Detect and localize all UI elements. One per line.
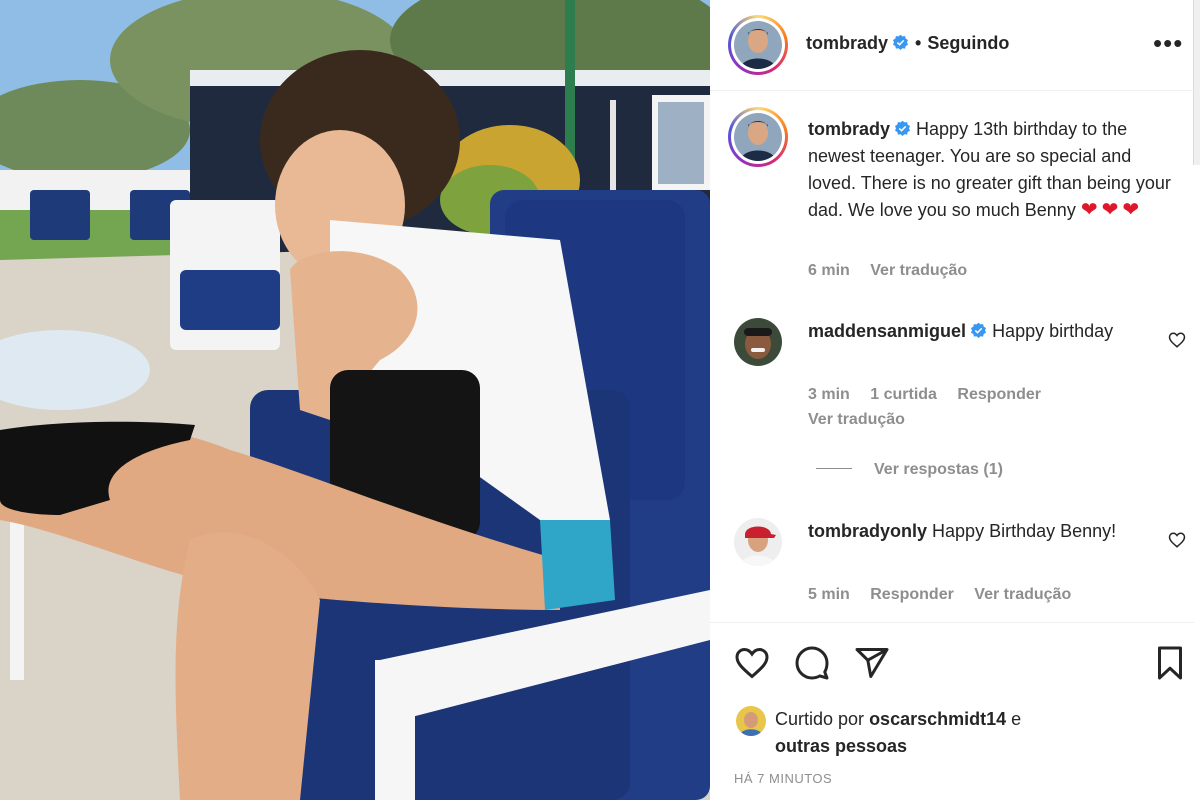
liked-by-text: Curtido por oscarschmidt14 e outras pess…	[775, 706, 1075, 760]
post-actions	[710, 622, 1194, 703]
comment-avatar-image	[734, 318, 782, 366]
verified-badge-icon	[892, 34, 909, 51]
comment-avatar-tombradyonly[interactable]	[734, 518, 782, 566]
comment-2-meta: 5 min Responder Ver tradução	[808, 586, 1087, 604]
comment-1-text: Happy birthday	[992, 321, 1114, 341]
follow-status-button[interactable]: Seguindo	[927, 33, 1009, 53]
caption-author-avatar[interactable]	[728, 107, 788, 167]
more-options-icon[interactable]: •••	[1153, 30, 1183, 56]
comment-1-translate-link[interactable]: Ver tradução	[808, 411, 905, 428]
liked-by-avatar-image	[736, 706, 766, 736]
caption-translate-link[interactable]: Ver tradução	[870, 262, 967, 279]
comment-2-like-icon[interactable]	[1168, 531, 1186, 549]
comment-2-time[interactable]: 5 min	[808, 586, 850, 603]
comment-2-translate-link[interactable]: Ver tradução	[974, 586, 1071, 603]
caption-avatar-image	[734, 113, 782, 161]
comment-1-username[interactable]: maddensanmiguel	[808, 321, 966, 341]
header-username[interactable]: tombrady	[806, 33, 888, 53]
view-replies-label: Ver respostas (1)	[874, 461, 1003, 478]
separator-dot: •	[915, 33, 922, 53]
post-header: tombrady • Seguindo •••	[710, 0, 1194, 91]
comment-2: tombradyonly Happy Birthday Benny!	[808, 518, 1148, 545]
comment-1-reply-button[interactable]: Responder	[957, 386, 1041, 403]
comment-1-time[interactable]: 3 min	[808, 386, 850, 403]
post-panel: tombrady • Seguindo ••• tombrady Happy 13t…	[710, 0, 1200, 800]
post-photo-image	[0, 0, 710, 800]
comment-1-likes[interactable]: 1 curtida	[870, 386, 937, 403]
author-avatar-image	[734, 21, 782, 69]
comment-icon[interactable]	[794, 645, 830, 681]
comment-1: maddensanmiguel Happy birthday	[808, 318, 1148, 345]
caption-time[interactable]: 6 min	[808, 262, 850, 279]
liked-by-avatar[interactable]	[736, 706, 766, 736]
comment-avatar-maddensanmiguel[interactable]	[734, 318, 782, 366]
header-username-row: tombrady • Seguindo	[806, 33, 1009, 54]
caption-hearts: ❤❤❤	[1080, 199, 1144, 221]
bookmark-icon[interactable]	[1152, 645, 1188, 681]
comment-2-text: Happy Birthday Benny!	[932, 521, 1117, 541]
verified-badge-icon	[970, 320, 987, 339]
comment-1-meta: 3 min 1 curtida Responder	[808, 386, 1057, 404]
post-photo[interactable]	[0, 0, 710, 800]
send-icon[interactable]	[854, 645, 890, 681]
caption-username[interactable]: tombrady	[808, 119, 890, 139]
comment-2-username[interactable]: tombradyonly	[808, 521, 927, 541]
replies-divider	[816, 468, 852, 469]
liked-by-user[interactable]: oscarschmidt14	[869, 709, 1006, 729]
liked-by-suffix: e	[1011, 709, 1022, 729]
comment-avatar-image	[734, 518, 782, 566]
verified-badge-icon	[894, 118, 911, 137]
caption-meta: 6 min Ver tradução	[808, 262, 983, 280]
comment-1-like-icon[interactable]	[1168, 331, 1186, 349]
liked-by-others[interactable]: outras pessoas	[775, 736, 907, 756]
like-heart-icon[interactable]	[734, 645, 770, 681]
post-caption: tombrady Happy 13th birthday to the newe…	[808, 116, 1178, 224]
comment-1-translate-row: Ver tradução	[808, 411, 921, 429]
author-avatar[interactable]	[728, 15, 788, 75]
liked-by-prefix: Curtido por	[775, 709, 865, 729]
post-timestamp[interactable]: HÁ 7 MINUTOS	[734, 771, 832, 786]
window-edge	[1193, 0, 1200, 165]
view-replies-button[interactable]: Ver respostas (1)	[816, 461, 1003, 479]
comment-2-reply-button[interactable]: Responder	[870, 586, 954, 603]
